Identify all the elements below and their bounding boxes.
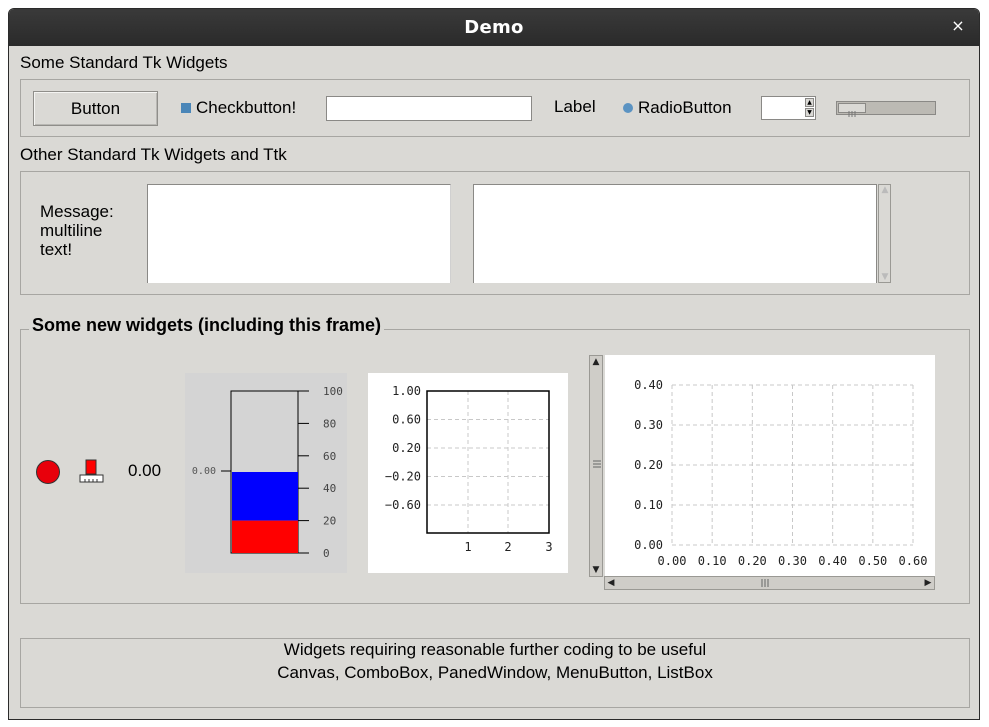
plot-hscroll-grip-icon[interactable]	[759, 578, 771, 588]
frame-other-widgets-label: Other Standard Tk Widgets and Ttk	[20, 145, 290, 165]
frame-new-widgets-label: Some new widgets (including this frame)	[29, 315, 385, 336]
plot-vertical-scrollbar[interactable]: ▲ ▼	[589, 355, 603, 577]
plot1-y-tick-label: −0.20	[385, 470, 421, 484]
scale-slider-handle[interactable]	[838, 103, 866, 117]
plot2-y-tick-label: 0.00	[634, 538, 663, 552]
radiobutton[interactable]: RadioButton	[623, 97, 732, 119]
plot2-y-tick-label: 0.10	[634, 498, 663, 512]
meter-blue-bar	[232, 472, 298, 521]
scroll-down-icon[interactable]: ▼	[880, 272, 890, 282]
demo-window: Demo × Some Standard Tk Widgets Button C…	[8, 8, 980, 720]
scroll-up-icon[interactable]: ▲	[880, 185, 890, 195]
meter-tick-label: 20	[323, 515, 336, 528]
plot1-y-tick-label: −0.60	[385, 498, 421, 512]
plot1-y-tick-label: 1.00	[392, 384, 421, 398]
text-area[interactable]	[147, 184, 451, 283]
message-widget: Message: multiline text!	[40, 202, 114, 259]
frame-other-widgets: Message: multiline text! ▲ ▼	[20, 171, 970, 295]
plot2-x-tick-label: 0.60	[899, 554, 928, 568]
radio-indicator[interactable]	[623, 103, 633, 113]
plot1-y-tick-label: 0.20	[392, 441, 421, 455]
message-line-2: multiline	[40, 221, 103, 240]
meter-tick-label: 100	[323, 385, 343, 398]
spinbox[interactable]: ▲ ▼	[761, 96, 816, 120]
checkbutton-label: Checkbutton!	[196, 98, 297, 117]
further-widgets-line-1: Widgets requiring reasonable further cod…	[283, 640, 707, 659]
plot-small: 1.00 0.60 0.20 −0.20 −0.60 1 2 3	[368, 373, 568, 573]
meter-tick-label: 40	[323, 482, 336, 495]
text-entry[interactable]	[326, 96, 532, 121]
plot2-x-tick-label: 0.10	[698, 554, 727, 568]
plot-vscroll-grip-icon[interactable]	[592, 458, 602, 470]
plot2-y-tick-label: 0.40	[634, 378, 663, 392]
plot-scroll-left-icon[interactable]: ◀	[606, 578, 616, 588]
plot2-x-tick-label: 0.30	[778, 554, 807, 568]
message-line-3: text!	[40, 240, 73, 259]
led-indicator	[36, 460, 60, 484]
meter-tick-label: 60	[323, 450, 336, 463]
button[interactable]: Button	[33, 91, 158, 126]
message-line-1: Message:	[40, 202, 114, 221]
frame-standard-widgets: Button Checkbutton! Label RadioButton ▲ …	[20, 79, 970, 137]
plot2-y-tick-label: 0.30	[634, 418, 663, 432]
scrolled-text-area[interactable]	[473, 184, 877, 283]
spin-up-icon[interactable]: ▲	[805, 98, 814, 107]
checkbutton[interactable]: Checkbutton!	[181, 97, 296, 119]
plot1-x-tick-label: 3	[545, 540, 552, 554]
meter-tick-label: 80	[323, 417, 336, 430]
level-meter-graphic: 0.00 100 80 60 40 20 0	[192, 385, 343, 560]
plot2-y-tick-label: 0.20	[634, 458, 663, 472]
meter-tick-label: 0	[323, 547, 330, 560]
plot-scroll-right-icon[interactable]: ▶	[923, 578, 933, 588]
plot2-x-tick-label: 0.50	[858, 554, 887, 568]
text-scrollbar[interactable]: ▲ ▼	[878, 184, 891, 283]
plot1-y-tick-label: 0.60	[392, 413, 421, 427]
scale[interactable]	[836, 101, 936, 117]
plot-scroll-up-icon[interactable]: ▲	[591, 357, 601, 367]
spin-down-icon[interactable]: ▼	[805, 108, 814, 117]
toggle-switch-icon[interactable]	[79, 459, 105, 485]
plot2-x-tick-label: 0.20	[738, 554, 767, 568]
plot1-x-tick-label: 1	[464, 540, 471, 554]
label-text: Label	[554, 97, 596, 116]
grip-icon	[848, 111, 856, 117]
level-meter: 0.00 100 80 60 40 20 0	[185, 373, 347, 573]
plot2-x-tick-label: 0.00	[658, 554, 687, 568]
frame-standard-widgets-label: Some Standard Tk Widgets	[20, 53, 231, 73]
window-title: Demo	[464, 17, 524, 38]
plot2-x-tick-label: 0.40	[818, 554, 847, 568]
plot-large-graphic: 0.40 0.30 0.20 0.10 0.00 0.00 0.10 0.20 0.30 0.4…	[634, 378, 928, 568]
plot-horizontal-scrollbar[interactable]: ◀ ▶	[604, 576, 935, 590]
plot-small-graphic: 1.00 0.60 0.20 −0.20 −0.60 1 2 3	[385, 384, 553, 554]
frame-further-widgets: Widgets requiring reasonable further cod…	[20, 638, 970, 708]
meter-red-bar	[232, 520, 298, 553]
close-icon[interactable]: ×	[947, 15, 969, 37]
value-readout: 0.00	[128, 461, 162, 480]
plot1-x-tick-label: 2	[504, 540, 511, 554]
meter-value-label: 0.00	[192, 466, 216, 477]
further-widgets-line-2: Canvas, ComboBox, PanedWindow, MenuButto…	[277, 663, 713, 682]
radiobutton-label: RadioButton	[638, 98, 732, 117]
plot-scroll-down-icon[interactable]: ▼	[591, 565, 601, 575]
title-bar[interactable]: Demo ×	[9, 9, 979, 46]
plot-large: 0.40 0.30 0.20 0.10 0.00 0.00 0.10 0.20 0.30 0.4…	[605, 355, 935, 577]
checkbox-indicator[interactable]	[181, 103, 191, 113]
